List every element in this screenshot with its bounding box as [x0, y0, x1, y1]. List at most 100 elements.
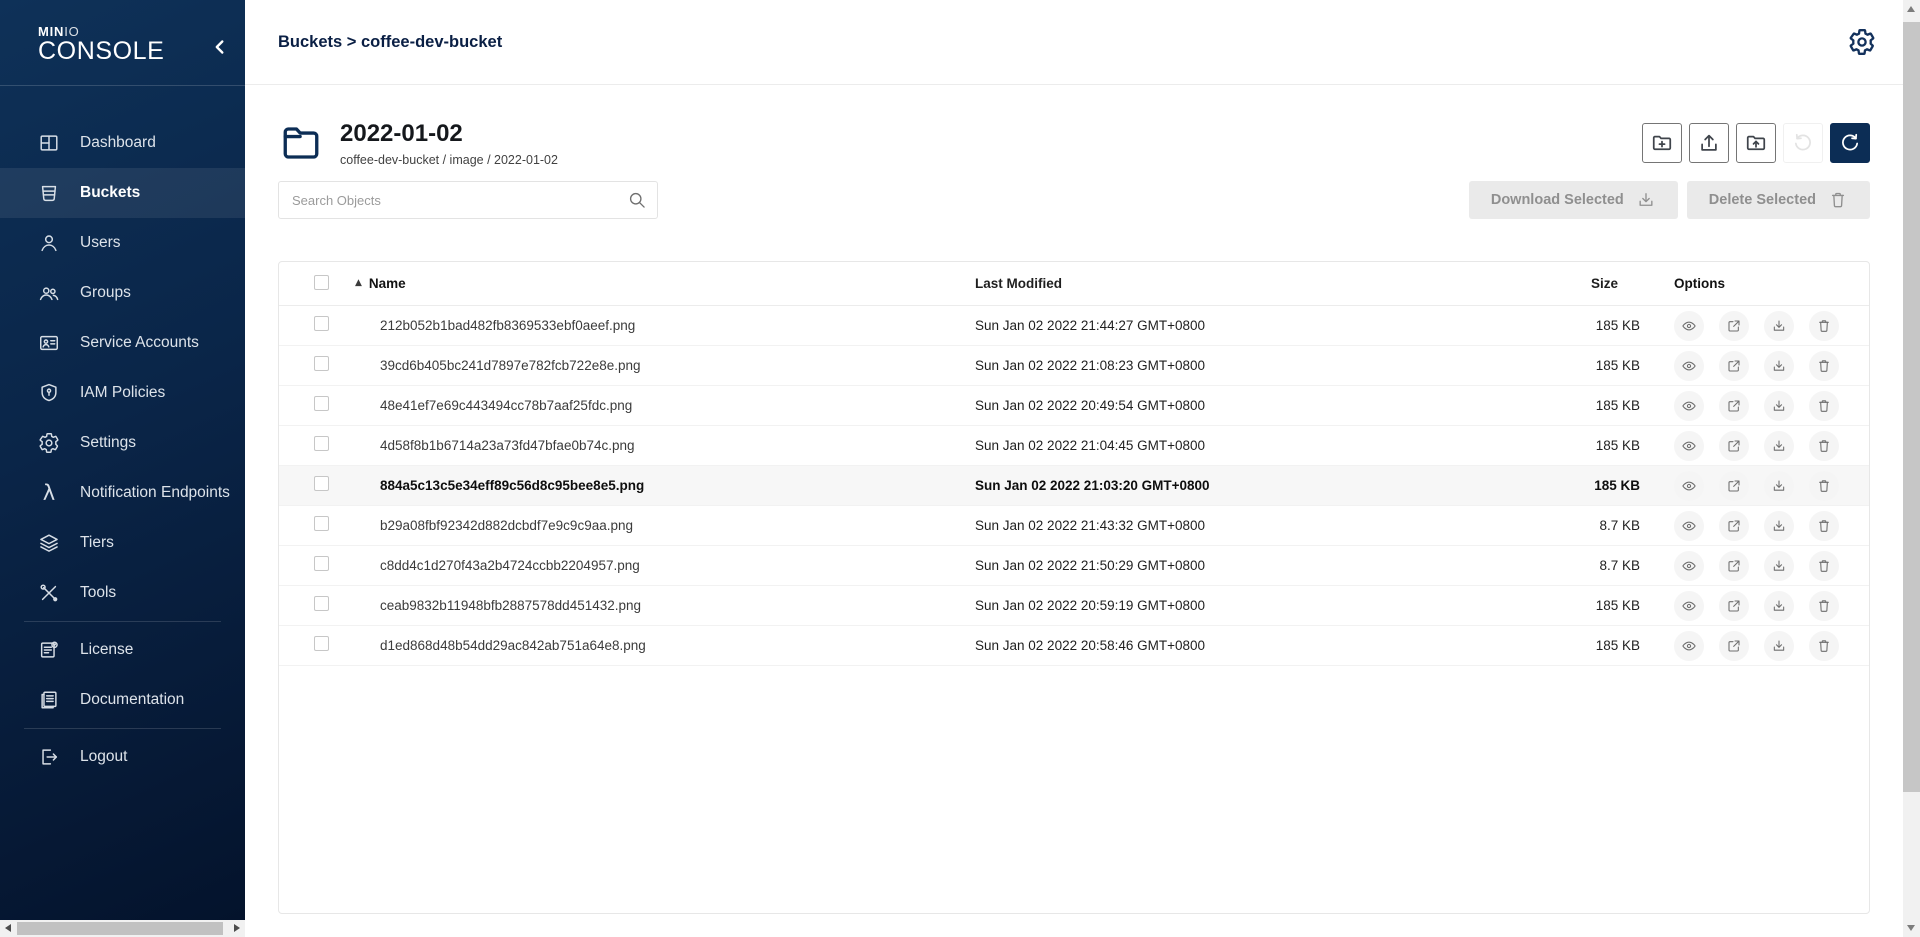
- row-checkbox[interactable]: [314, 356, 329, 371]
- delete-button[interactable]: [1809, 551, 1839, 581]
- preview-button[interactable]: [1674, 631, 1704, 661]
- download-button[interactable]: [1764, 351, 1794, 381]
- table-row[interactable]: 48e41ef7e69c443494cc78b7aaf25fdc.png Sun…: [279, 386, 1869, 426]
- row-checkbox[interactable]: [314, 476, 329, 491]
- scroll-up-arrow-icon[interactable]: [1907, 6, 1915, 12]
- share-button[interactable]: [1719, 591, 1749, 621]
- sidebar-collapse-button[interactable]: [209, 36, 231, 58]
- scroll-left-arrow-icon[interactable]: [5, 924, 11, 932]
- table-row[interactable]: 212b052b1bad482fb8369533ebf0aeef.png Sun…: [279, 306, 1869, 346]
- delete-button[interactable]: [1809, 311, 1839, 341]
- share-button[interactable]: [1719, 631, 1749, 661]
- vertical-scrollbar-thumb[interactable]: [1903, 22, 1920, 792]
- preview-button[interactable]: [1674, 591, 1704, 621]
- sidebar-item-tiers[interactable]: Tiers: [0, 518, 245, 568]
- share-button[interactable]: [1719, 431, 1749, 461]
- table-row[interactable]: d1ed868d48b54dd29ac842ab751a64e8.png Sun…: [279, 626, 1869, 666]
- sidebar-item-license[interactable]: License: [0, 625, 245, 675]
- sidebar-item-logout[interactable]: Logout: [0, 732, 245, 782]
- delete-button[interactable]: [1809, 351, 1839, 381]
- new-path-button[interactable]: [1642, 123, 1682, 163]
- download-button[interactable]: [1764, 631, 1794, 661]
- sort-asc-icon[interactable]: ▲: [355, 279, 362, 288]
- sidebar-item-service-accounts[interactable]: Service Accounts: [0, 318, 245, 368]
- download-button[interactable]: [1764, 391, 1794, 421]
- column-header-name[interactable]: Name: [369, 276, 406, 291]
- sidebar-item-notification-endpoints[interactable]: λNotification Endpoints: [0, 468, 245, 518]
- table-row[interactable]: 39cd6b405bc241d7897e782fcb722e8e.png Sun…: [279, 346, 1869, 386]
- preview-button[interactable]: [1674, 311, 1704, 341]
- delete-button[interactable]: [1809, 591, 1839, 621]
- share-button[interactable]: [1719, 351, 1749, 381]
- download-button[interactable]: [1764, 591, 1794, 621]
- share-button[interactable]: [1719, 311, 1749, 341]
- scroll-right-arrow-icon[interactable]: [234, 924, 240, 932]
- table-row[interactable]: 4d58f8b1b6714a23a73fd47bfae0b74c.png Sun…: [279, 426, 1869, 466]
- delete-button[interactable]: [1809, 431, 1839, 461]
- header-action-buttons: [1642, 123, 1870, 163]
- sidebar-item-dashboard[interactable]: Dashboard: [0, 118, 245, 168]
- preview-button[interactable]: [1674, 431, 1704, 461]
- table-row[interactable]: ceab9832b11948bfb2887578dd451432.png Sun…: [279, 586, 1869, 626]
- breadcrumb[interactable]: Buckets > coffee-dev-bucket: [278, 33, 502, 52]
- row-checkbox[interactable]: [314, 516, 329, 531]
- share-button[interactable]: [1719, 511, 1749, 541]
- upload-folder-button[interactable]: [1736, 123, 1776, 163]
- table-row[interactable]: 884a5c13c5e34eff89c56d8c95bee8e5.png Sun…: [279, 466, 1869, 506]
- select-all-checkbox[interactable]: [314, 275, 329, 290]
- object-name[interactable]: 212b052b1bad482fb8369533ebf0aeef.png: [380, 318, 635, 333]
- table-row[interactable]: b29a08fbf92342d882dcbdf7e9c9c9aa.png Sun…: [279, 506, 1869, 546]
- refresh-button[interactable]: [1830, 123, 1870, 163]
- horizontal-scrollbar[interactable]: [0, 920, 245, 937]
- settings-gear-button[interactable]: [1847, 28, 1877, 58]
- sidebar-item-tools[interactable]: Tools: [0, 568, 245, 618]
- object-name[interactable]: c8dd4c1d270f43a2b4724ccbb2204957.png: [380, 558, 640, 573]
- preview-button[interactable]: [1674, 551, 1704, 581]
- upload-file-button[interactable]: [1689, 123, 1729, 163]
- preview-button[interactable]: [1674, 351, 1704, 381]
- column-header-size[interactable]: Size: [1535, 276, 1640, 291]
- object-name[interactable]: d1ed868d48b54dd29ac842ab751a64e8.png: [380, 638, 646, 653]
- row-checkbox[interactable]: [314, 636, 329, 651]
- row-checkbox[interactable]: [314, 596, 329, 611]
- object-name[interactable]: 4d58f8b1b6714a23a73fd47bfae0b74c.png: [380, 438, 635, 453]
- search-input[interactable]: [278, 181, 658, 219]
- logout-icon: [38, 746, 60, 768]
- sidebar-item-buckets[interactable]: Buckets: [0, 168, 245, 218]
- row-checkbox[interactable]: [314, 316, 329, 331]
- sidebar-item-users[interactable]: Users: [0, 218, 245, 268]
- column-header-last-modified[interactable]: Last Modified: [975, 276, 1535, 291]
- preview-button[interactable]: [1674, 471, 1704, 501]
- share-button[interactable]: [1719, 471, 1749, 501]
- row-checkbox[interactable]: [314, 396, 329, 411]
- delete-button[interactable]: [1809, 631, 1839, 661]
- download-button[interactable]: [1764, 471, 1794, 501]
- vertical-scrollbar[interactable]: [1903, 0, 1920, 937]
- share-button[interactable]: [1719, 391, 1749, 421]
- scroll-down-arrow-icon[interactable]: [1907, 925, 1915, 931]
- download-button[interactable]: [1764, 311, 1794, 341]
- share-button[interactable]: [1719, 551, 1749, 581]
- object-name[interactable]: b29a08fbf92342d882dcbdf7e9c9c9aa.png: [380, 518, 633, 533]
- object-name[interactable]: 39cd6b405bc241d7897e782fcb722e8e.png: [380, 358, 641, 373]
- preview-button[interactable]: [1674, 391, 1704, 421]
- sidebar-item-groups[interactable]: Groups: [0, 268, 245, 318]
- row-checkbox[interactable]: [314, 556, 329, 571]
- preview-button[interactable]: [1674, 511, 1704, 541]
- horizontal-scrollbar-thumb[interactable]: [17, 922, 223, 935]
- sidebar-item-documentation[interactable]: Documentation: [0, 675, 245, 725]
- row-checkbox[interactable]: [314, 436, 329, 451]
- object-name[interactable]: 48e41ef7e69c443494cc78b7aaf25fdc.png: [380, 398, 632, 413]
- table-row[interactable]: c8dd4c1d270f43a2b4724ccbb2204957.png Sun…: [279, 546, 1869, 586]
- object-name[interactable]: ceab9832b11948bfb2887578dd451432.png: [380, 598, 641, 613]
- sidebar-item-settings[interactable]: Settings: [0, 418, 245, 468]
- delete-button[interactable]: [1809, 511, 1839, 541]
- sidebar-item-iam-policies[interactable]: IAM Policies: [0, 368, 245, 418]
- object-name[interactable]: 884a5c13c5e34eff89c56d8c95bee8e5.png: [380, 478, 644, 493]
- download-button[interactable]: [1764, 551, 1794, 581]
- search-icon[interactable]: [627, 190, 647, 210]
- delete-button[interactable]: [1809, 391, 1839, 421]
- download-button[interactable]: [1764, 431, 1794, 461]
- download-button[interactable]: [1764, 511, 1794, 541]
- delete-button[interactable]: [1809, 471, 1839, 501]
